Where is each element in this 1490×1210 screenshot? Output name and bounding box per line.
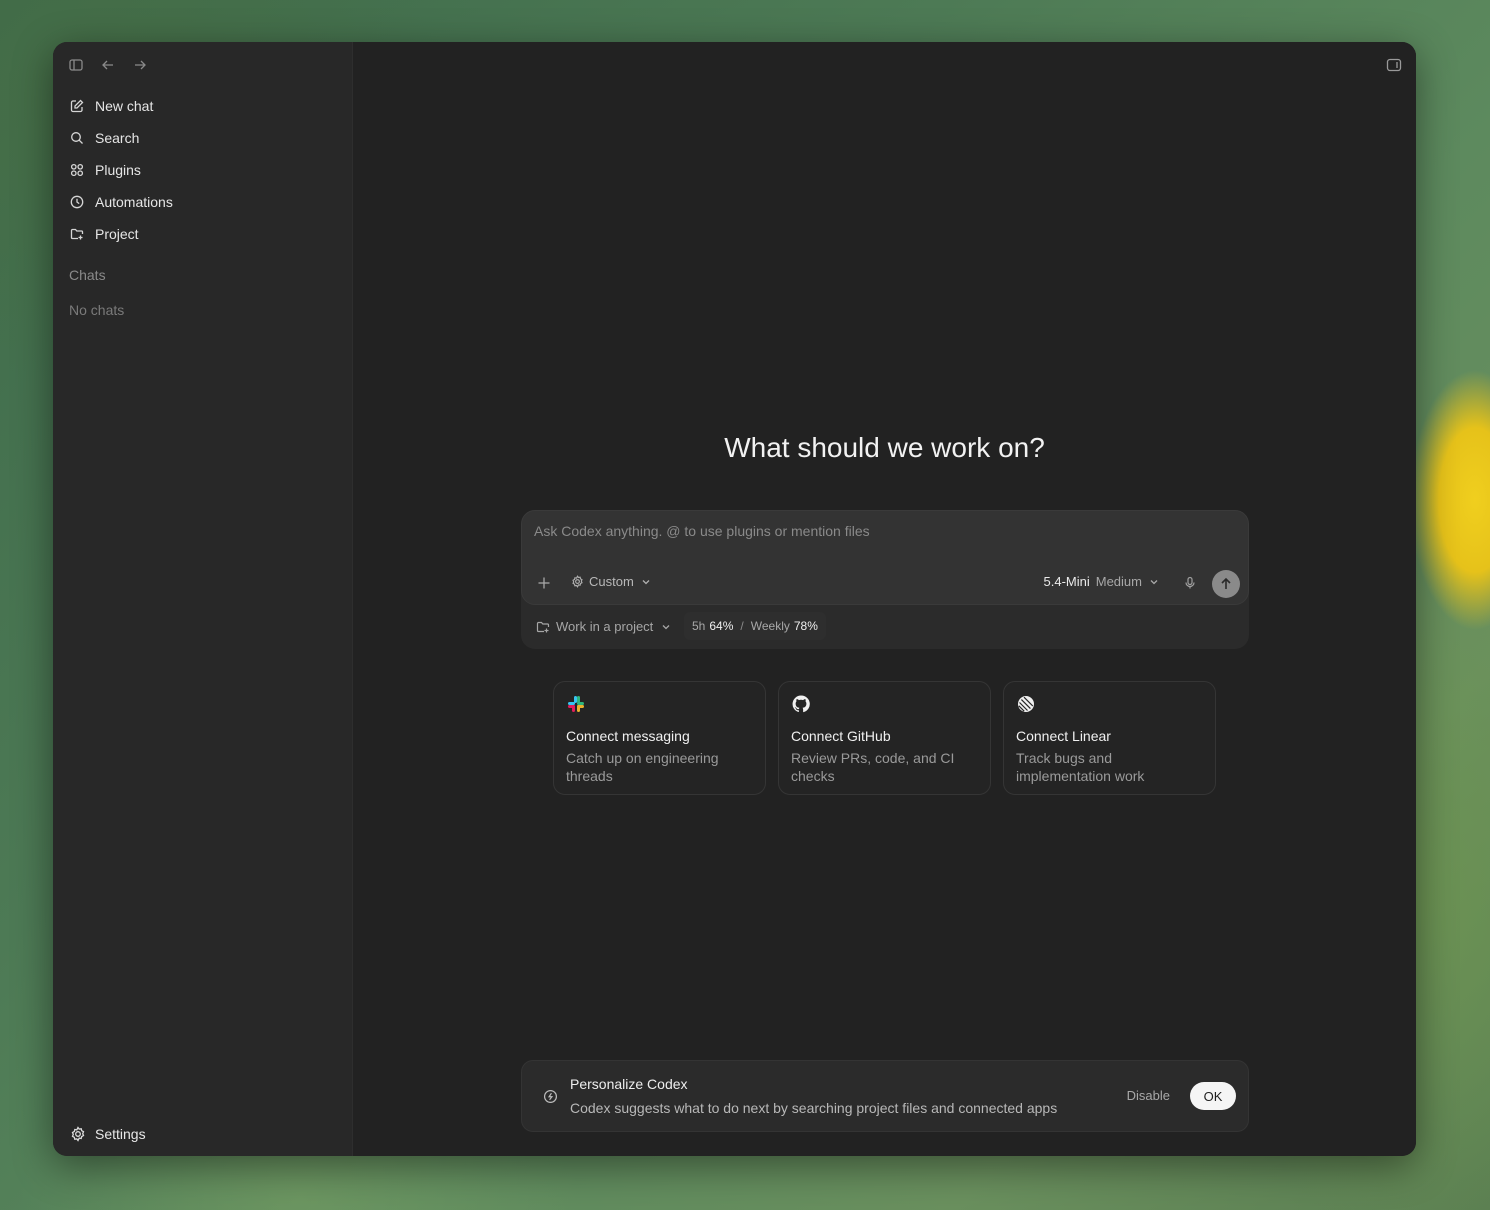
forward-arrow-icon[interactable]	[131, 56, 149, 74]
mode-dropdown[interactable]: Custom	[570, 574, 653, 589]
sidebar-item-label: Automations	[95, 194, 173, 210]
connect-linear-card[interactable]: Connect Linear Track bugs and implementa…	[1003, 681, 1216, 795]
usage-hourly-label: 5h	[692, 619, 706, 633]
window-toolbar	[67, 56, 149, 74]
sidebar-item-label: Plugins	[95, 162, 141, 178]
composer-container: Custom 5.4-Mini Medium	[521, 510, 1249, 649]
prompt-input[interactable]	[534, 523, 1234, 539]
folder-icon	[69, 226, 85, 242]
card-title: Connect messaging	[566, 728, 690, 744]
usage-weekly-value: 78%	[793, 619, 818, 633]
panel-toggle-icon[interactable]	[1385, 56, 1403, 74]
new-chat-icon	[69, 98, 85, 114]
plus-icon[interactable]	[536, 575, 552, 591]
sidebar-item-automations[interactable]: Automations	[61, 186, 344, 218]
ok-button[interactable]: OK	[1190, 1082, 1236, 1110]
disable-button[interactable]: Disable	[1127, 1088, 1170, 1103]
sidebar-item-new-chat[interactable]: New chat	[61, 90, 344, 122]
sidebar: New chat Search Plugins Automations Proj…	[53, 42, 353, 1156]
suggestion-cards: Connect messaging Catch up on engineerin…	[553, 681, 1216, 795]
app-window: New chat Search Plugins Automations Proj…	[53, 42, 1416, 1156]
settings-button[interactable]: Settings	[69, 1125, 146, 1142]
card-description: Catch up on engineering threads	[566, 750, 719, 784]
personalize-banner: Personalize Codex Codex suggests what to…	[521, 1060, 1249, 1132]
usage-weekly-label: Weekly	[750, 619, 790, 633]
gear-icon	[69, 1125, 86, 1142]
sidebar-item-plugins[interactable]: Plugins	[61, 154, 344, 186]
personalize-icon	[542, 1088, 558, 1104]
usage-hourly-value: 64%	[709, 619, 734, 633]
back-arrow-icon[interactable]	[99, 56, 117, 74]
usage-indicator[interactable]: 5h 64% / Weekly 78%	[684, 612, 826, 640]
no-chats-label: No chats	[69, 302, 125, 318]
card-title: Connect GitHub	[791, 728, 891, 744]
sidebar-item-search[interactable]: Search	[61, 122, 344, 154]
linear-icon	[1017, 695, 1035, 713]
model-dropdown[interactable]: 5.4-Mini Medium	[1044, 574, 1161, 589]
microphone-icon[interactable]	[1182, 575, 1198, 591]
project-label: Work in a project	[556, 619, 654, 634]
sidebar-item-project[interactable]: Project	[61, 218, 344, 250]
chevron-down-icon	[1148, 576, 1160, 588]
search-icon	[69, 130, 85, 146]
folder-icon	[536, 620, 550, 634]
model-name: 5.4-Mini	[1043, 574, 1090, 589]
sidebar-nav: New chat Search Plugins Automations Proj…	[61, 90, 344, 250]
plugins-icon	[69, 162, 85, 178]
project-dropdown[interactable]: Work in a project	[536, 619, 673, 634]
chevron-down-icon	[639, 575, 653, 589]
clock-icon	[69, 194, 85, 210]
sidebar-item-label: Search	[95, 130, 140, 146]
sidebar-item-label: New chat	[95, 98, 154, 114]
connect-github-card[interactable]: Connect GitHub Review PRs, code, and CI …	[778, 681, 991, 795]
connect-messaging-card[interactable]: Connect messaging Catch up on engineerin…	[553, 681, 766, 795]
banner-title: Personalize Codex	[570, 1076, 688, 1092]
sidebar-toggle-icon[interactable]	[67, 56, 85, 74]
card-description: Review PRs, code, and CI checks	[791, 750, 955, 784]
settings-label: Settings	[95, 1125, 146, 1142]
composer: Custom 5.4-Mini Medium	[521, 510, 1249, 605]
chevron-down-icon	[659, 620, 673, 634]
main-panel: What should we work on? Custom 5	[353, 42, 1416, 1156]
github-icon	[792, 695, 810, 713]
card-title: Connect Linear	[1016, 728, 1111, 744]
usage-separator: /	[740, 619, 744, 633]
page-title: What should we work on?	[724, 432, 1045, 463]
sidebar-item-label: Project	[95, 226, 139, 242]
banner-description: Codex suggests what to do next by search…	[570, 1100, 1058, 1116]
send-button[interactable]	[1212, 570, 1240, 598]
model-effort: Medium	[1095, 574, 1142, 589]
card-description: Track bugs and implementation work	[1016, 750, 1145, 784]
mode-label: Custom	[589, 574, 634, 589]
chats-section-label: Chats	[69, 267, 106, 283]
slack-icon	[567, 695, 585, 713]
gear-icon	[570, 575, 584, 589]
